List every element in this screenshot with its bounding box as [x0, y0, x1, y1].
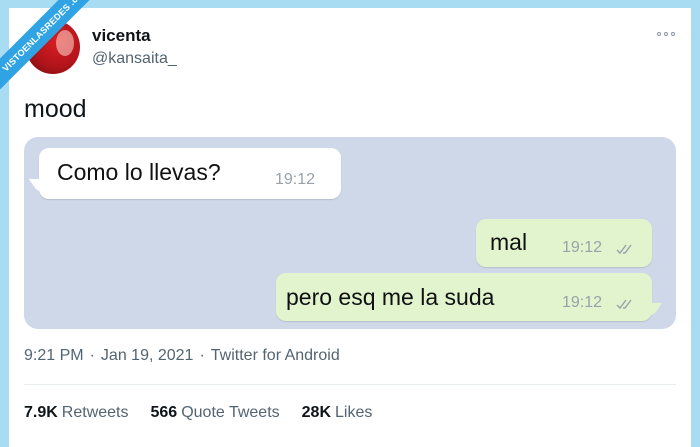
- chat-message-time: 19:12: [562, 239, 603, 256]
- author-display-name[interactable]: vicenta: [92, 26, 151, 46]
- stat-label: Likes: [335, 404, 373, 421]
- tweet-meta: 9:21 PM · Jan 19, 2021 · Twitter for Android: [24, 347, 340, 365]
- frame-border-top: [0, 0, 700, 8]
- stat-count: 28K: [301, 404, 331, 421]
- tweet-source[interactable]: Twitter for Android: [211, 347, 340, 364]
- chat-bubble-outgoing: pero esq me la suda 19:12: [276, 273, 652, 321]
- chat-message-text: mal: [490, 229, 528, 255]
- meta-separator: ·: [89, 347, 95, 364]
- avatar-detail: [56, 30, 74, 56]
- divider: [24, 384, 676, 385]
- double-check-icon: [616, 244, 632, 255]
- double-check-icon: [616, 299, 632, 310]
- author-handle[interactable]: @kansaita_: [92, 50, 177, 68]
- chat-bubble-incoming: Como lo llevas? 19:12: [39, 148, 341, 199]
- stat-count: 7.9K: [24, 404, 58, 421]
- engagement-stats: 7.9K Retweets 566 Quote Tweets 28K Likes: [24, 404, 372, 422]
- chat-screenshot: Como lo llevas? 19:12 mal 19:12 pero esq…: [24, 137, 676, 329]
- tweet-time[interactable]: 9:21 PM: [24, 347, 84, 364]
- stat-label: Retweets: [61, 404, 129, 421]
- stat-label: Quote Tweets: [181, 404, 280, 421]
- meta-separator: ·: [199, 347, 205, 364]
- tweet-date[interactable]: Jan 19, 2021: [101, 347, 194, 364]
- tweet-text: mood: [24, 95, 87, 123]
- stat-likes[interactable]: 28K Likes: [302, 404, 373, 422]
- chat-message-time: 19:12: [562, 294, 603, 311]
- stat-quote-tweets[interactable]: 566 Quote Tweets: [151, 404, 280, 422]
- chat-bubble-outgoing: mal 19:12: [476, 219, 652, 267]
- chat-message-time: 19:12: [275, 171, 316, 188]
- frame-border-right: [691, 0, 700, 447]
- stat-count: 566: [150, 404, 178, 421]
- chat-message-text: Como lo llevas?: [57, 159, 221, 185]
- more-icon[interactable]: [654, 28, 678, 40]
- stat-retweets[interactable]: 7.9K Retweets: [24, 404, 129, 422]
- chat-message-text: pero esq me la suda: [286, 284, 495, 310]
